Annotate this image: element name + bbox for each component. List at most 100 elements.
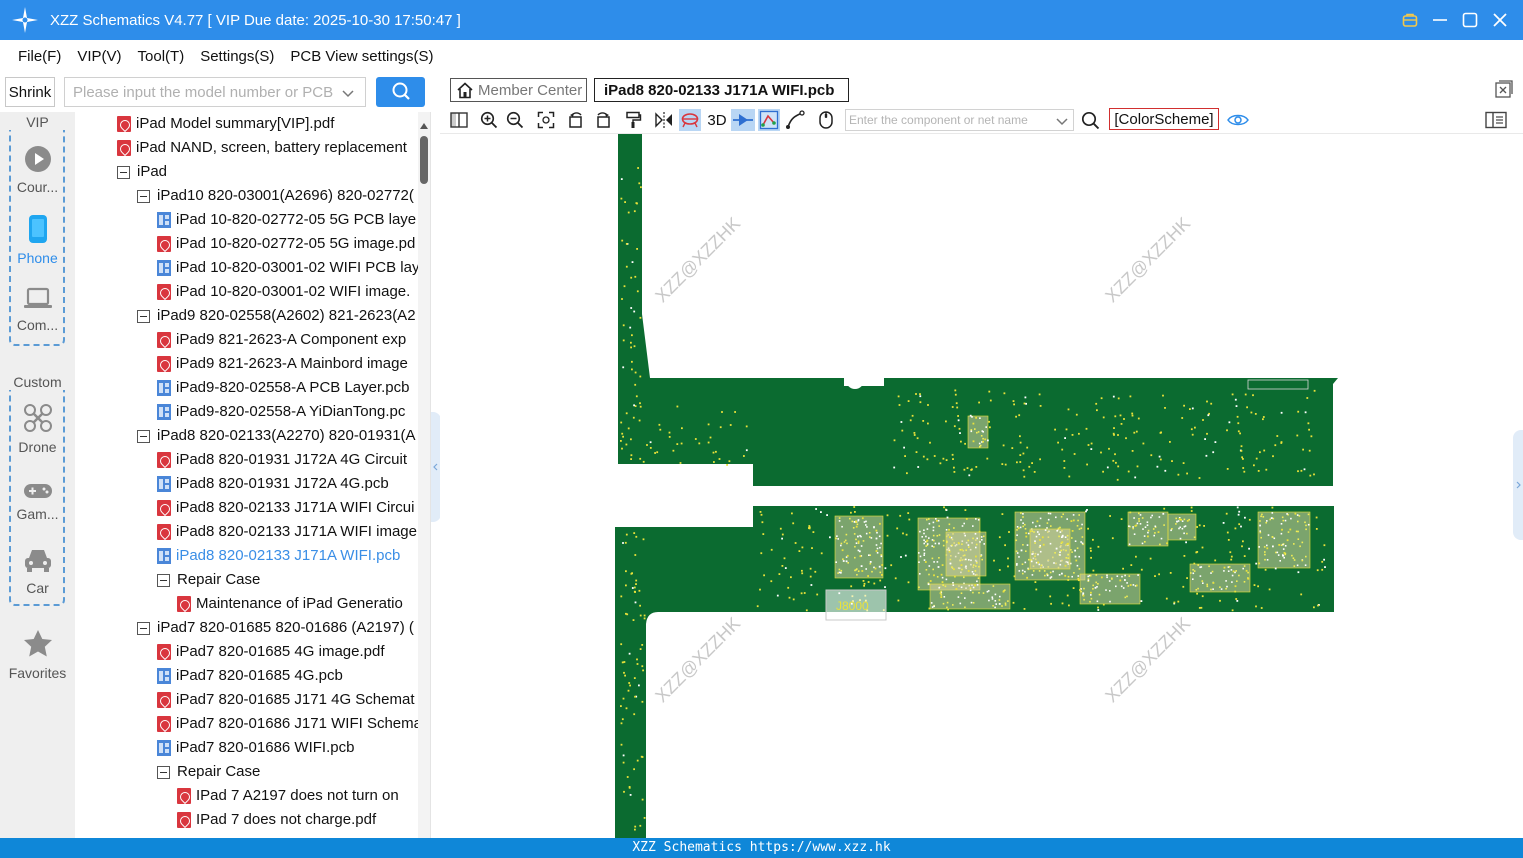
vip-bag-icon[interactable] xyxy=(1395,5,1425,35)
rail-item-drone[interactable]: Drone xyxy=(0,403,75,455)
tree-file[interactable]: iPad8 820-02133 J171A WIFI image xyxy=(157,520,417,544)
tree-folder[interactable]: iPad8 820-02133(A2270) 820-01931(A xyxy=(137,424,416,448)
tree-file[interactable]: iPad9-820-02558-A YiDianTong.pc xyxy=(157,400,405,424)
chevron-down-icon[interactable] xyxy=(341,86,355,102)
window-title: XZZ Schematics V4.77 [ VIP Due date: 202… xyxy=(50,11,461,29)
tree-file[interactable]: iPad Model summary[VIP].pdf xyxy=(117,112,334,136)
tree-file[interactable]: iPad7 820-01685 4G.pcb xyxy=(157,664,343,688)
pad xyxy=(1061,541,1064,544)
model-search-button[interactable] xyxy=(376,77,425,107)
highlight-net-icon[interactable] xyxy=(679,109,701,131)
rail-item-games[interactable]: Gam... xyxy=(0,482,75,522)
side-panel-icon[interactable] xyxy=(1485,109,1507,131)
tree-file[interactable]: Maintenance of iPad Generatio xyxy=(177,592,403,616)
collapse-toggle-icon[interactable] xyxy=(137,621,150,635)
tree-file[interactable]: iPad7 820-01685 4G image.pdf xyxy=(157,640,384,664)
rail-item-car[interactable]: Car xyxy=(0,546,75,596)
menu-vip[interactable]: VIP(V) xyxy=(77,48,121,65)
right-panel-handle[interactable] xyxy=(1513,430,1523,540)
tree-file[interactable]: iPad8 820-01931 J172A 4G.pcb xyxy=(157,472,389,496)
tree-file[interactable]: iPad8 820-02133 J171A WIFI Circui xyxy=(157,496,414,520)
tree-folder[interactable]: iPad10 820-03001(A2696) 820-02772( xyxy=(137,184,414,208)
minimize-button[interactable] xyxy=(1425,5,1455,35)
menu-pcb-view-settings[interactable]: PCB View settings(S) xyxy=(290,48,433,65)
collapse-toggle-icon[interactable] xyxy=(137,189,150,203)
rail-item-phone[interactable]: Phone xyxy=(0,214,75,266)
mirror-icon[interactable] xyxy=(653,109,675,131)
tree-file[interactable]: iPad 10-820-03001-02 WIFI image. xyxy=(157,280,410,304)
pad xyxy=(1131,450,1134,452)
zoom-in-icon[interactable] xyxy=(478,109,500,131)
shrink-button[interactable]: Shrink xyxy=(5,77,55,107)
close-tabs-icon[interactable] xyxy=(1495,80,1513,101)
pcb-board-view[interactable]: XZZ@XZZHK XZZ@XZZHK XZZ@XZZHK XZZ@XZZHK J80… xyxy=(440,134,1523,838)
tree-scrollbar-thumb[interactable] xyxy=(420,136,428,184)
model-search-box[interactable] xyxy=(64,77,366,107)
tree-file[interactable]: IPad 7 does not charge.pdf xyxy=(177,808,376,832)
menu-settings[interactable]: Settings(S) xyxy=(200,48,274,65)
net-routing-icon[interactable] xyxy=(758,109,780,131)
tab-member-center[interactable]: Member Center xyxy=(450,78,587,102)
chevron-down-icon[interactable] xyxy=(1055,114,1069,130)
menu-file[interactable]: File(F) xyxy=(18,48,61,65)
component-search-icon[interactable] xyxy=(1079,109,1101,131)
tree-file[interactable]: iPad7 820-01686 J171 WIFI Schema xyxy=(157,712,418,736)
tree-folder[interactable]: Repair Case xyxy=(157,760,260,784)
menu-tool[interactable]: Tool(T) xyxy=(138,48,185,65)
tree-scrollbar[interactable] xyxy=(418,112,430,838)
pad xyxy=(1305,528,1307,531)
format-brush-icon[interactable] xyxy=(622,109,644,131)
pin-direction-icon[interactable] xyxy=(731,109,755,131)
tree-folder[interactable]: iPad9 820-02558(A2602) 821-2623(A2 xyxy=(137,304,416,328)
pad xyxy=(1020,549,1023,552)
collapse-toggle-icon[interactable] xyxy=(157,765,170,779)
tree-file[interactable]: iPad7 820-01685 J171 4G Schemat xyxy=(157,688,415,712)
pad xyxy=(622,542,624,544)
tree-file[interactable]: iPad8 820-01931 J172A 4G Circuit xyxy=(157,448,407,472)
pad xyxy=(1068,475,1071,478)
rail-item-computer[interactable]: Com... xyxy=(0,287,75,333)
tree-file[interactable]: iPad9 821-2623-A Component exp xyxy=(157,328,406,352)
scroll-up-icon[interactable] xyxy=(420,116,428,132)
split-view-icon[interactable] xyxy=(448,109,470,131)
tab-active-pcb[interactable]: iPad8 820-02133 J171A WIFI.pcb xyxy=(594,78,849,102)
rotate-right-icon[interactable] xyxy=(592,109,614,131)
eye-icon[interactable] xyxy=(1227,109,1249,131)
collapse-toggle-icon[interactable] xyxy=(117,165,130,179)
component-search-box[interactable] xyxy=(845,109,1074,131)
tree-file[interactable]: iPad 10-820-03001-02 WIFI PCB lay xyxy=(157,256,418,280)
tree-file[interactable]: iPad 10-820-02772-05 5G PCB laye xyxy=(157,208,416,232)
collapse-toggle-icon[interactable] xyxy=(137,309,150,323)
panel-splitter[interactable] xyxy=(430,112,441,838)
pad xyxy=(1272,517,1275,520)
zoom-out-icon[interactable] xyxy=(504,109,526,131)
collapse-toggle-icon[interactable] xyxy=(137,429,150,443)
tree-file[interactable]: iPad 10-820-02772-05 5G image.pd xyxy=(157,232,415,256)
pad xyxy=(1129,395,1132,398)
tree-file[interactable]: iPad8 820-02133 J171A WIFI.pcb xyxy=(157,544,400,568)
tree-folder[interactable]: Repair Case xyxy=(157,568,260,592)
colorscheme-button[interactable]: [ColorScheme] xyxy=(1109,108,1219,130)
pad xyxy=(1243,470,1246,473)
tree-file[interactable]: iPad NAND, screen, battery replacement xyxy=(117,136,407,160)
model-search-input[interactable] xyxy=(65,78,335,106)
close-button[interactable] xyxy=(1485,5,1515,35)
tree-file[interactable]: iPad9 821-2623-A Mainbord image xyxy=(157,352,408,376)
collapse-toggle-icon[interactable] xyxy=(157,573,170,587)
rail-item-favorites[interactable]: Favorites xyxy=(0,629,75,681)
fit-view-icon[interactable] xyxy=(535,109,557,131)
rotate-left-icon[interactable] xyxy=(565,109,587,131)
rail-item-courses[interactable]: Cour... xyxy=(0,145,75,195)
mouse-mode-icon[interactable] xyxy=(815,109,837,131)
pcb-canvas[interactable]: XZZ@XZZHK XZZ@XZZHK XZZ@XZZHK XZZ@XZZHK J80… xyxy=(440,134,1523,838)
tree-folder[interactable]: iPad xyxy=(117,160,167,184)
view-3d-button[interactable]: 3D xyxy=(705,109,729,131)
pad xyxy=(875,544,878,546)
component-search-input[interactable] xyxy=(846,110,1051,130)
tree-folder[interactable]: iPad7 820-01685 820-01686 (A2197) ( xyxy=(137,616,414,640)
maximize-button[interactable] xyxy=(1455,5,1485,35)
tree-file[interactable]: IPad 7 A2197 does not turn on xyxy=(177,784,399,808)
measure-curve-icon[interactable] xyxy=(784,109,806,131)
tree-file[interactable]: iPad9-820-02558-A PCB Layer.pcb xyxy=(157,376,410,400)
tree-file[interactable]: iPad7 820-01686 WIFI.pcb xyxy=(157,736,354,760)
